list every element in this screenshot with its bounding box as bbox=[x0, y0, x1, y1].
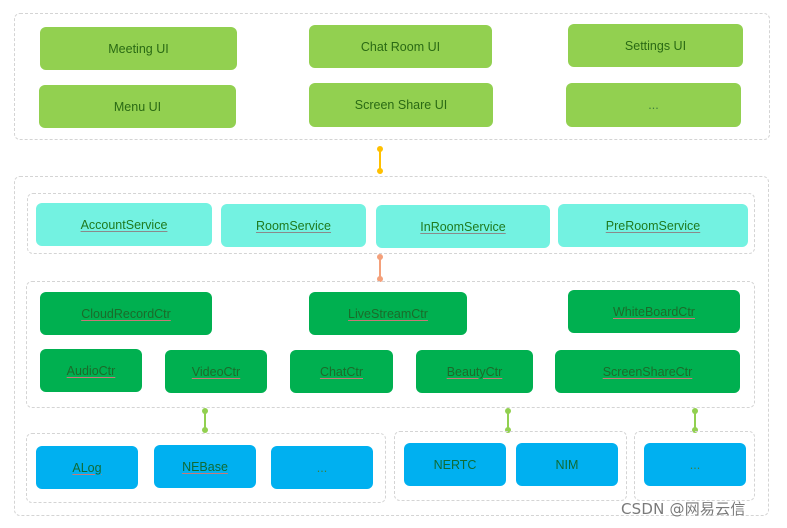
controller-box-whiteboard: WhiteBoardCtr bbox=[568, 290, 740, 333]
service-box-label: AccountService bbox=[80, 217, 168, 232]
ui-box-label: Meeting UI bbox=[108, 41, 169, 56]
controller-box-live-stream: LiveStreamCtr bbox=[309, 292, 467, 335]
controller-box-label: AudioCtr bbox=[66, 363, 116, 378]
service-box-room: RoomService bbox=[221, 204, 366, 247]
controller-box-beauty: BeautyCtr bbox=[416, 350, 533, 393]
library-box-label: NEBase bbox=[182, 459, 228, 474]
ui-box-screen-share: Screen Share UI bbox=[309, 83, 493, 127]
controller-box-label: VideoCtr bbox=[191, 364, 241, 379]
ui-box-menu: Menu UI bbox=[39, 85, 236, 128]
ui-box-label: Settings UI bbox=[624, 38, 687, 53]
controller-box-label: BeautyCtr bbox=[446, 364, 503, 379]
ui-box-chat-room: Chat Room UI bbox=[309, 25, 492, 68]
arrow-controller-to-base-libs-icon bbox=[202, 408, 208, 433]
ui-box-label: Chat Room UI bbox=[360, 39, 441, 54]
controller-box-label: WhiteBoardCtr bbox=[613, 304, 695, 319]
service-box-pre-room: PreRoomService bbox=[558, 204, 748, 247]
library-box-other-more: ... bbox=[644, 443, 746, 486]
library-box-label: ... bbox=[316, 460, 328, 475]
library-box-nertc: NERTC bbox=[404, 443, 506, 486]
controller-box-screen-share: ScreenShareCtr bbox=[555, 350, 740, 393]
library-box-label: NERTC bbox=[433, 457, 477, 472]
ui-box-more: ... bbox=[566, 83, 741, 127]
controller-box-label: LiveStreamCtr bbox=[348, 306, 428, 321]
arrow-controller-to-other-libs-icon bbox=[692, 408, 698, 433]
service-box-label: PreRoomService bbox=[605, 218, 701, 233]
ui-box-label: Screen Share UI bbox=[354, 98, 448, 112]
library-box-label: ALog bbox=[72, 460, 102, 475]
watermark: CSDN @网易云信 bbox=[621, 500, 746, 518]
arrow-controller-to-sdk-libs-icon bbox=[505, 408, 511, 433]
arrow-ui-to-core-icon bbox=[377, 146, 383, 174]
service-box-label: RoomService bbox=[255, 218, 332, 233]
library-box-label: NIM bbox=[555, 457, 579, 472]
library-box-more: ... bbox=[271, 446, 373, 489]
library-box-alog: ALog bbox=[36, 446, 138, 489]
controller-box-label: ChatCtr bbox=[319, 364, 364, 379]
ui-box-meeting: Meeting UI bbox=[40, 27, 237, 70]
ui-box-label: Menu UI bbox=[113, 99, 162, 114]
library-box-nebase: NEBase bbox=[154, 445, 256, 488]
service-box-label: InRoomService bbox=[420, 219, 506, 234]
service-box-account: AccountService bbox=[36, 203, 212, 246]
controller-box-chat: ChatCtr bbox=[290, 350, 393, 393]
library-box-label: ... bbox=[689, 457, 701, 472]
arrow-service-to-controller-icon bbox=[377, 254, 383, 282]
controller-box-label: CloudRecordCtr bbox=[81, 306, 171, 321]
controller-box-audio: AudioCtr bbox=[40, 349, 142, 392]
ui-box-settings: Settings UI bbox=[568, 24, 743, 67]
service-box-in-room: InRoomService bbox=[376, 205, 550, 248]
controller-box-video: VideoCtr bbox=[165, 350, 267, 393]
ui-box-label: ... bbox=[648, 98, 659, 112]
controller-box-cloud-record: CloudRecordCtr bbox=[40, 292, 212, 335]
controller-box-label: ScreenShareCtr bbox=[602, 364, 693, 379]
library-box-nim: NIM bbox=[516, 443, 618, 486]
